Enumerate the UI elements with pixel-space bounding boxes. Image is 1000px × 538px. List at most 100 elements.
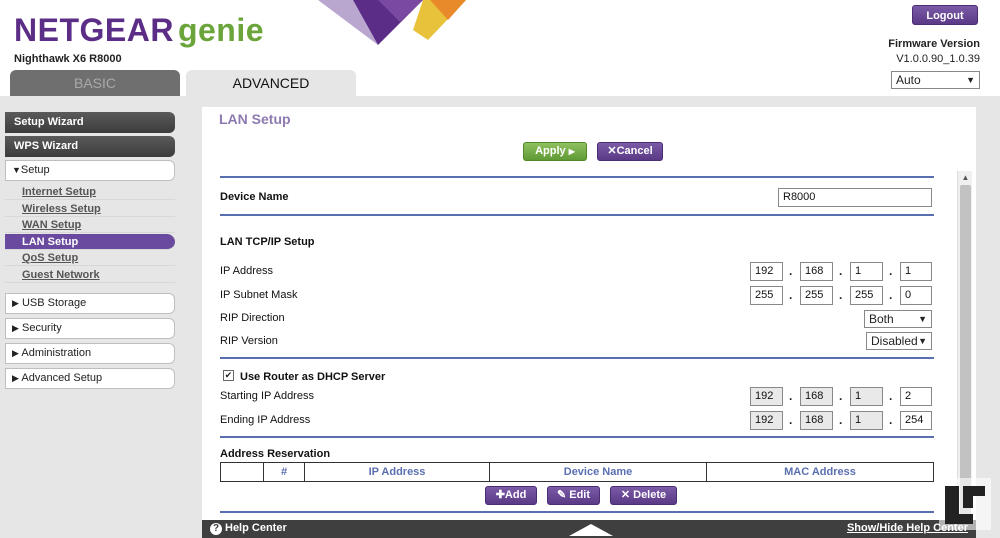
add-label: Add bbox=[504, 489, 527, 501]
tab-advanced[interactable]: ADVANCED bbox=[186, 70, 356, 96]
header: NETGEAR genie Nighthawk X6 R8000 Logout F… bbox=[0, 0, 1000, 96]
scroll-up-icon[interactable]: ▲ bbox=[958, 171, 973, 185]
sidebar-item-advanced-setup-label: Advanced Setup bbox=[21, 371, 103, 384]
section-divider bbox=[220, 357, 934, 359]
add-button[interactable]: ✚Add bbox=[485, 486, 537, 505]
firmware-version-title: Firmware Version bbox=[888, 38, 980, 50]
end-ip-octet-1: 192 bbox=[750, 411, 783, 430]
column-header-device-name: Device Name bbox=[489, 462, 707, 482]
start-ip-octet-1: 192 bbox=[750, 387, 783, 406]
section-divider bbox=[220, 511, 934, 513]
cancel-label: Cancel bbox=[616, 145, 653, 157]
subnet-mask-label: IP Subnet Mask bbox=[220, 289, 298, 301]
product-name: genie bbox=[177, 12, 265, 48]
subnet-octet-2[interactable]: 255 bbox=[800, 286, 833, 305]
subnet-octet-4[interactable]: 0 bbox=[900, 286, 932, 305]
ip-address-octet-4[interactable]: 1 bbox=[900, 262, 932, 281]
ip-address-octet-2[interactable]: 168 bbox=[800, 262, 833, 281]
octet-separator: . bbox=[789, 389, 793, 403]
expanded-arrow-icon: ▼ bbox=[12, 165, 21, 175]
edit-label: Edit bbox=[569, 489, 591, 501]
device-name-input[interactable]: R8000 bbox=[778, 188, 932, 207]
subnet-octet-3[interactable]: 255 bbox=[850, 286, 883, 305]
start-ip-octet-2: 168 bbox=[800, 387, 833, 406]
octet-separator: . bbox=[789, 413, 793, 427]
rip-direction-value: Both bbox=[869, 312, 894, 326]
language-select[interactable]: Auto ▼ bbox=[891, 71, 980, 89]
rip-version-value: Disabled bbox=[871, 334, 918, 348]
start-ip-octet-3: 1 bbox=[850, 387, 883, 406]
octet-separator: . bbox=[839, 413, 843, 427]
sidebar-item-wps-wizard[interactable]: WPS Wizard bbox=[5, 136, 175, 157]
dhcp-server-checkbox[interactable]: ✔ bbox=[223, 370, 234, 381]
sidebar-item-administration[interactable]: ▶ Administration bbox=[5, 342, 175, 364]
collapsed-arrow-icon: ▶ bbox=[12, 347, 19, 358]
end-ip-octet-3: 1 bbox=[850, 411, 883, 430]
octet-separator: . bbox=[889, 413, 893, 427]
help-center-bar: ? Help Center Show/Hide Help Center bbox=[202, 520, 976, 538]
collapsed-arrow-icon: ▶ bbox=[12, 322, 19, 333]
dhcp-server-label: Use Router as DHCP Server bbox=[240, 371, 386, 383]
sidebar-item-administration-label: Administration bbox=[21, 346, 92, 359]
start-ip-octet-4[interactable]: 2 bbox=[900, 387, 932, 406]
section-divider bbox=[220, 214, 934, 216]
collapsed-arrow-icon: ▶ bbox=[12, 297, 19, 308]
octet-separator: . bbox=[839, 288, 843, 302]
ip-address-octet-3[interactable]: 1 bbox=[850, 262, 883, 281]
ip-address-label: IP Address bbox=[220, 265, 273, 277]
edit-button[interactable]: ✎ Edit bbox=[547, 486, 600, 505]
address-reservation-header: Address Reservation bbox=[220, 448, 331, 460]
rip-direction-label: RIP Direction bbox=[220, 312, 285, 324]
page-title: LAN Setup bbox=[219, 111, 291, 127]
brand-name: NETGEAR bbox=[14, 12, 174, 48]
help-center-link[interactable]: ? Help Center bbox=[210, 522, 287, 535]
sidebar-item-lan-setup[interactable]: LAN Setup bbox=[5, 233, 175, 250]
rip-direction-select[interactable]: Both ▼ bbox=[864, 310, 932, 328]
octet-separator: . bbox=[889, 389, 893, 403]
delete-button[interactable]: ✕ Delete bbox=[610, 486, 677, 505]
sidebar-item-wan-setup[interactable]: WAN Setup bbox=[5, 217, 175, 233]
pencil-icon: ✎ bbox=[556, 489, 567, 501]
apply-button[interactable]: Apply ▶ bbox=[523, 142, 587, 161]
dropdown-arrow-icon: ▼ bbox=[918, 314, 927, 324]
plus-icon: ✚ bbox=[495, 489, 505, 501]
help-icon: ? bbox=[210, 523, 222, 535]
logout-button[interactable]: Logout bbox=[912, 5, 978, 25]
sidebar-item-setup[interactable]: ▼Setup bbox=[5, 160, 175, 181]
sidebar-item-usb-storage[interactable]: ▶ USB Storage bbox=[5, 292, 175, 314]
column-header-mac-address: MAC Address bbox=[706, 462, 934, 482]
setup-submenu: Internet Setup Wireless Setup WAN Setup … bbox=[5, 184, 177, 283]
subnet-octet-1[interactable]: 255 bbox=[750, 286, 783, 305]
octet-separator: . bbox=[839, 264, 843, 278]
cancel-button[interactable]: ✕Cancel bbox=[597, 142, 663, 161]
sidebar-item-setup-wizard[interactable]: Setup Wizard bbox=[5, 112, 175, 133]
dropdown-arrow-icon: ▼ bbox=[918, 336, 927, 346]
delete-label: Delete bbox=[633, 489, 667, 501]
sidebar-item-wireless-setup[interactable]: Wireless Setup bbox=[5, 201, 175, 217]
tab-basic[interactable]: BASIC bbox=[10, 70, 180, 96]
router-model: Nighthawk X6 R8000 bbox=[14, 53, 122, 65]
sidebar-item-advanced-setup[interactable]: ▶ Advanced Setup bbox=[5, 367, 175, 389]
expand-up-icon[interactable] bbox=[569, 524, 613, 536]
language-selected-value: Auto bbox=[896, 73, 921, 87]
column-header-ip-address: IP Address bbox=[304, 462, 490, 482]
sidebar-item-security[interactable]: ▶ Security bbox=[5, 317, 175, 339]
device-name-label: Device Name bbox=[220, 191, 289, 203]
section-divider bbox=[220, 436, 934, 438]
octet-separator: . bbox=[789, 288, 793, 302]
play-icon: ▶ bbox=[568, 147, 575, 156]
end-ip-octet-4[interactable]: 254 bbox=[900, 411, 932, 430]
ip-address-octet-1[interactable]: 192 bbox=[750, 262, 783, 281]
decorative-banner-graphic bbox=[318, 0, 466, 45]
sidebar-item-guest-network[interactable]: Guest Network bbox=[5, 267, 175, 283]
scroll-thumb[interactable] bbox=[960, 185, 971, 525]
section-divider bbox=[220, 176, 934, 178]
octet-separator: . bbox=[889, 264, 893, 278]
rip-version-select[interactable]: Disabled ▼ bbox=[866, 332, 932, 350]
main-panel: LAN Setup Apply ▶ ✕Cancel ▲ Device Name … bbox=[202, 107, 976, 538]
apply-label: Apply bbox=[535, 145, 566, 157]
sidebar-item-usb-storage-label: USB Storage bbox=[21, 296, 87, 309]
address-reservation-table: # IP Address Device Name MAC Address bbox=[220, 462, 934, 482]
sidebar-item-internet-setup[interactable]: Internet Setup bbox=[5, 184, 175, 200]
sidebar-item-qos-setup[interactable]: QoS Setup bbox=[5, 250, 175, 266]
